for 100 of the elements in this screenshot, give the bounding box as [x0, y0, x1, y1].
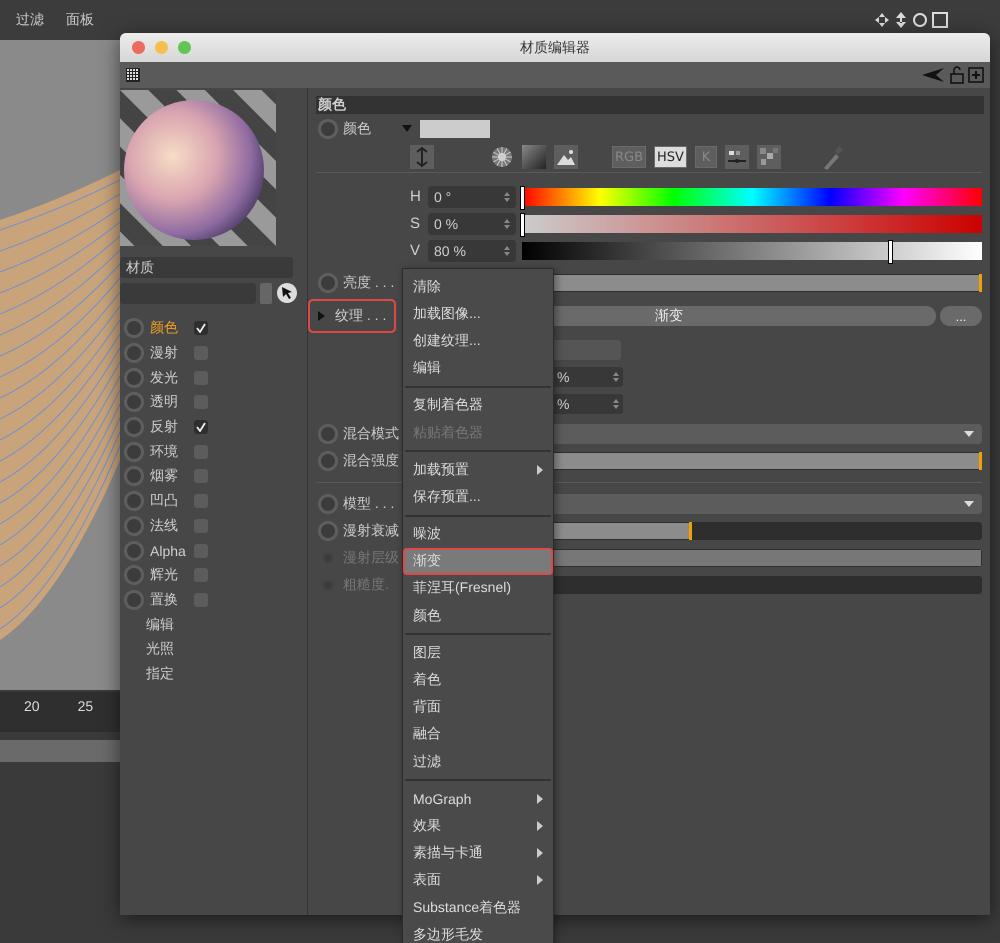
spinner-arrows-icon[interactable] [613, 398, 619, 410]
lock-icon[interactable] [950, 66, 964, 84]
keyframe-circle-icon[interactable] [124, 466, 144, 486]
channel-item[interactable]: 透明 [150, 393, 188, 412]
channel-item[interactable]: 环境 [150, 442, 188, 461]
channel-item[interactable]: 漫射 [150, 344, 188, 362]
more-button[interactable]: ... [940, 306, 982, 326]
dropdown-arrow-icon[interactable] [964, 430, 974, 438]
cursor-icon[interactable] [276, 282, 298, 304]
value-field[interactable]: 80 % [428, 240, 516, 262]
spinner-arrows-icon[interactable] [613, 370, 619, 382]
menu-item[interactable]: 表面 [403, 866, 553, 894]
swatches-icon[interactable] [756, 145, 781, 169]
menu-item[interactable]: 效果 [403, 812, 553, 840]
color-wheel-icon[interactable] [490, 145, 514, 169]
keyframe-circle-icon[interactable] [318, 273, 338, 293]
move-icon[interactable] [874, 12, 890, 28]
channel-item[interactable]: 法线 [150, 516, 188, 535]
expand-triangle-icon[interactable] [318, 311, 325, 321]
keyframe-circle-icon[interactable] [124, 392, 144, 412]
menu-item[interactable]: 菲涅耳(Fresnel) [403, 574, 553, 602]
sliders-icon[interactable] [724, 145, 749, 169]
menu-item[interactable]: 面板 [66, 11, 94, 29]
add-icon[interactable] [968, 67, 984, 83]
gradient-square-icon[interactable] [522, 145, 546, 169]
channel-item[interactable]: 反射 [150, 418, 188, 436]
channel-item[interactable]: 光照 [146, 640, 174, 658]
channel-item[interactable]: 凹凸 [150, 492, 188, 510]
brightness-label: 亮度 . . . [343, 274, 394, 292]
menu-item[interactable]: 创建纹理... [403, 327, 553, 355]
value-field[interactable]: 0 % [428, 212, 516, 234]
grid-pattern-icon[interactable] [126, 68, 140, 82]
checkbox[interactable] [194, 321, 208, 336]
keyframe-circle-icon[interactable] [318, 494, 338, 514]
keyframe-circle-icon[interactable] [124, 442, 144, 462]
channel-item[interactable]: 发光 [150, 368, 188, 387]
menu-item[interactable]: 图层 [403, 639, 553, 666]
spinner-arrows-icon[interactable] [504, 190, 510, 202]
slider-thumb[interactable] [520, 212, 525, 236]
value-field[interactable]: 0 ° [428, 186, 516, 208]
mode-tab[interactable]: HSV [654, 146, 687, 168]
value-field[interactable]: % [551, 366, 623, 386]
menu-item[interactable]: 背面 [403, 694, 553, 721]
material-name-field[interactable]: 材质 [120, 257, 293, 278]
menu-item[interactable]: 编辑 [403, 354, 553, 382]
keyframe-circle-icon[interactable] [124, 565, 144, 586]
channel-item[interactable]: 烟雾 [150, 467, 188, 486]
image-icon[interactable] [554, 145, 578, 169]
minimize-button[interactable] [155, 41, 168, 54]
menu-item[interactable]: 颜色 [403, 602, 553, 630]
timeline-tick-label: 20 [24, 697, 40, 716]
dropdown[interactable] [551, 340, 621, 360]
spinner-arrows-icon[interactable] [504, 244, 510, 256]
channel-item[interactable]: Alpha [150, 542, 188, 559]
menu-item[interactable]: 噪波 [403, 520, 553, 548]
menu-item[interactable]: 融合 [403, 720, 553, 748]
menu-item[interactable]: 过滤 [16, 11, 44, 29]
back-arrow-icon[interactable] [922, 67, 946, 83]
checkbox[interactable] [194, 420, 208, 434]
channel-item[interactable]: 辉光 [150, 566, 188, 584]
menu-item[interactable]: Substance着色器 [403, 894, 553, 922]
slider-thumb[interactable] [520, 186, 525, 210]
zoom-button[interactable] [178, 41, 191, 54]
menu-item[interactable]: 过滤 [403, 748, 553, 776]
channel-item[interactable]: 编辑 [146, 616, 174, 634]
keyframe-circle-icon[interactable] [318, 520, 338, 540]
menu-item[interactable]: 保存预置... [403, 483, 553, 510]
keyframe-circle-icon[interactable] [124, 540, 144, 561]
value-field[interactable]: % [551, 394, 623, 414]
timeline-scrollbar[interactable] [0, 740, 120, 762]
menu-item[interactable]: 多边形毛发 [403, 921, 553, 943]
keyframe-circle-icon[interactable] [318, 424, 338, 444]
keyframe-circle-icon[interactable] [124, 491, 144, 512]
channel-item[interactable]: 颜色 [150, 319, 188, 338]
keyframe-circle-icon[interactable] [318, 450, 338, 470]
menu-item[interactable]: 复制着色器 [403, 392, 553, 419]
frame-icon[interactable] [932, 12, 948, 28]
channel-item[interactable]: 置换 [150, 590, 188, 609]
menu-item[interactable]: 清除 [403, 273, 553, 300]
slider-thumb[interactable] [888, 240, 893, 264]
keyframe-circle-icon[interactable] [124, 590, 144, 610]
keyframe-circle-icon[interactable] [124, 343, 144, 364]
spinner-arrows-icon[interactable] [504, 218, 510, 230]
keyframe-circle-icon[interactable] [124, 318, 144, 338]
color-swatch[interactable] [420, 120, 490, 138]
keyframe-circle-icon[interactable] [124, 516, 144, 536]
search-field[interactable] [120, 282, 256, 304]
channel-item[interactable]: 指定 [146, 664, 174, 683]
close-button[interactable] [132, 41, 145, 54]
dropdown-triangle-icon[interactable] [402, 125, 412, 133]
up-down-arrows-icon[interactable] [894, 12, 908, 28]
keyframe-circle-icon[interactable] [318, 119, 338, 139]
channel-label: S [410, 215, 422, 232]
dropdown-arrow-icon[interactable] [964, 500, 974, 508]
menu-item[interactable]: 着色 [403, 666, 553, 694]
menu-item[interactable]: MoGraph [403, 785, 553, 812]
menu-item[interactable]: 加载预置 [403, 456, 553, 484]
keyframe-circle-icon[interactable] [124, 417, 144, 438]
menu-item[interactable]: 素描与卡通 [403, 840, 553, 867]
keyframe-circle-icon[interactable] [124, 368, 144, 388]
